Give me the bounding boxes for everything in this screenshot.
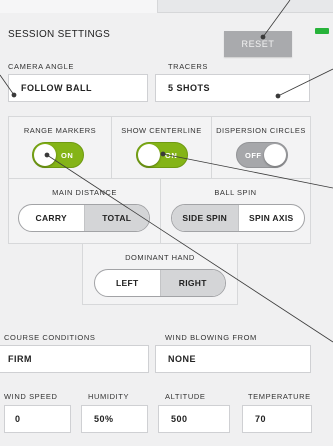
- ball-spin-label: BALL SPIN: [214, 188, 257, 197]
- wind-blowing-from-label: WIND BLOWING FROM: [165, 333, 257, 342]
- ball-spin-cell: BALL SPIN SIDE SPIN SPIN AXIS: [160, 178, 311, 244]
- course-conditions-field[interactable]: FIRM: [0, 345, 149, 373]
- camera-angle-field[interactable]: FOLLOW BALL: [8, 74, 148, 102]
- carry-option[interactable]: CARRY: [19, 205, 84, 231]
- toggle-state-text: OFF: [245, 151, 262, 160]
- show-centerline-label: SHOW CENTERLINE: [121, 126, 202, 135]
- dispersion-circles-toggle[interactable]: OFF: [236, 142, 288, 168]
- top-tab: [0, 0, 158, 13]
- ball-spin-segmented: SIDE SPIN SPIN AXIS: [171, 204, 305, 232]
- altitude-field[interactable]: 500: [158, 405, 230, 433]
- show-centerline-toggle[interactable]: ON: [136, 142, 188, 168]
- dispersion-circles-cell: DISPERSION CIRCLES OFF: [211, 116, 311, 179]
- course-conditions-label: COURSE CONDITIONS: [4, 333, 96, 342]
- wind-blowing-from-field[interactable]: NONE: [155, 345, 311, 373]
- dispersion-circles-label: DISPERSION CIRCLES: [216, 126, 306, 135]
- right-option[interactable]: RIGHT: [159, 270, 225, 296]
- range-markers-label: RANGE MARKERS: [23, 126, 97, 135]
- wind-speed-label: WIND SPEED: [4, 392, 58, 401]
- tracers-field[interactable]: 5 SHOTS: [155, 74, 310, 102]
- range-markers-toggle[interactable]: ON: [32, 142, 84, 168]
- toggle-knob: [264, 144, 286, 166]
- battery-icon: [315, 28, 329, 34]
- range-markers-cell: RANGE MARKERS ON: [8, 116, 112, 179]
- altitude-label: ALTITUDE: [165, 392, 206, 401]
- spin-axis-option[interactable]: SPIN AXIS: [237, 205, 305, 231]
- page-title: SESSION SETTINGS: [8, 29, 111, 40]
- dominant-hand-cell: DOMINANT HAND LEFT RIGHT: [82, 243, 238, 305]
- temperature-label: TEMPERATURE: [248, 392, 311, 401]
- humidity-label: HUMIDITY: [88, 392, 130, 401]
- dominant-hand-label: DOMINANT HAND: [125, 253, 195, 262]
- toggle-state-text: ON: [61, 151, 74, 160]
- reset-button[interactable]: RESET: [224, 31, 292, 57]
- main-distance-label: MAIN DISTANCE: [52, 188, 117, 197]
- toggle-state-text: ON: [165, 151, 178, 160]
- toggle-knob: [34, 144, 56, 166]
- main-distance-cell: MAIN DISTANCE CARRY TOTAL: [8, 178, 161, 244]
- humidity-field[interactable]: 50%: [81, 405, 148, 433]
- total-option[interactable]: TOTAL: [83, 205, 149, 231]
- tracers-label: TRACERS: [168, 62, 209, 71]
- top-bar: [0, 0, 333, 13]
- left-option[interactable]: LEFT: [95, 270, 160, 296]
- camera-angle-label: CAMERA ANGLE: [8, 62, 74, 71]
- show-centerline-cell: SHOW CENTERLINE ON: [111, 116, 212, 179]
- toggle-knob: [138, 144, 160, 166]
- wind-speed-field[interactable]: 0: [4, 405, 71, 433]
- main-distance-segmented: CARRY TOTAL: [18, 204, 150, 232]
- dominant-hand-segmented: LEFT RIGHT: [94, 269, 226, 297]
- side-spin-option[interactable]: SIDE SPIN: [172, 205, 238, 231]
- temperature-field[interactable]: 70: [242, 405, 312, 433]
